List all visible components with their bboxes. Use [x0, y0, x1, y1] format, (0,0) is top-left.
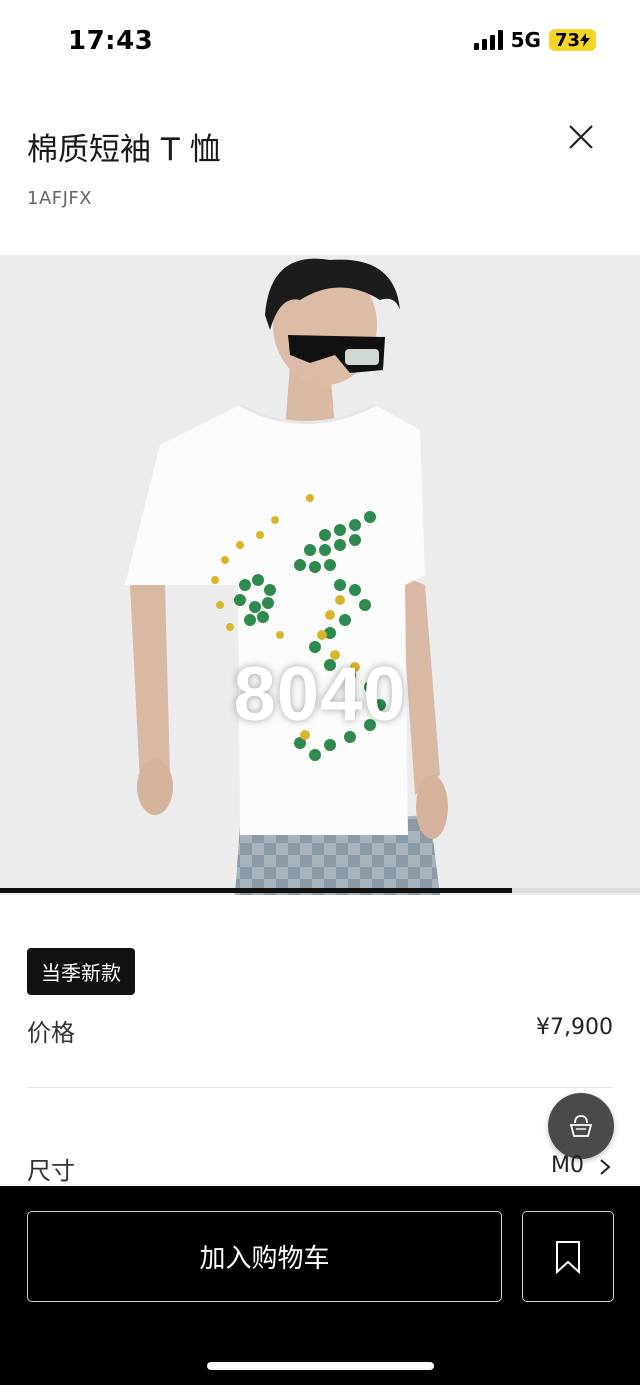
bottom-action-bar: 加入购物车 [0, 1186, 640, 1385]
size-value[interactable]: M0 [551, 1153, 584, 1178]
price-value: ¥7,900 [536, 1015, 613, 1040]
product-image[interactable]: 8040 [0, 255, 640, 895]
battery-level: 73 [554, 29, 580, 51]
price-label: 价格 [27, 1019, 75, 1047]
shopping-bag-button[interactable] [548, 1093, 614, 1159]
size-label: 尺寸 [27, 1157, 75, 1185]
product-sku: 1AFJFX [27, 188, 93, 209]
charging-bolt-icon [580, 33, 590, 47]
close-icon [569, 125, 593, 149]
watermark-text: 8040 [233, 652, 407, 737]
status-icons: 5G 73 [473, 28, 596, 52]
add-to-cart-button[interactable]: 加入购物车 [27, 1211, 502, 1302]
gallery-progress-fill [0, 888, 512, 893]
new-season-badge: 当季新款 [27, 948, 135, 995]
divider [27, 1087, 613, 1088]
bookmark-button[interactable] [522, 1211, 614, 1302]
model-photo [0, 255, 640, 895]
chevron-right-icon [600, 1159, 611, 1175]
gallery-progress [0, 888, 640, 893]
signal-icon [473, 30, 503, 50]
status-bar: 17:43 5G 73 [0, 0, 640, 88]
home-indicator [207, 1362, 434, 1370]
close-button[interactable] [560, 116, 602, 158]
network-type: 5G [510, 28, 541, 52]
bookmark-icon [556, 1240, 580, 1274]
size-selector-button[interactable] [594, 1156, 616, 1178]
battery-icon: 73 [548, 29, 596, 51]
product-title: 棉质短袖 T 恤 [27, 132, 221, 168]
shopping-bag-icon [569, 1115, 593, 1137]
status-time: 17:43 [68, 26, 154, 56]
